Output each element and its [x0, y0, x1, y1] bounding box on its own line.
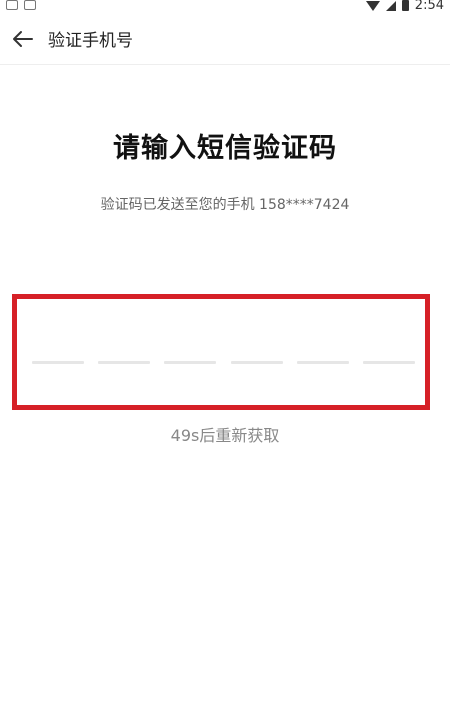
download-icon — [24, 0, 36, 10]
status-bar: 2:54 — [0, 0, 450, 14]
resend-countdown: 49s后重新获取 — [170, 426, 280, 445]
status-time: 2:54 — [414, 0, 444, 13]
header-title: 验证手机号 — [48, 31, 133, 51]
status-right: 2:54 — [365, 0, 444, 13]
battery-icon — [401, 0, 409, 11]
image-icon — [6, 0, 18, 10]
page-title: 请输入短信验证码 — [113, 133, 337, 164]
app-header: 验证手机号 — [0, 14, 450, 65]
code-slot-4[interactable] — [230, 361, 283, 364]
signal-icon — [385, 0, 396, 11]
code-slots — [32, 361, 415, 364]
code-slot-5[interactable] — [296, 361, 349, 364]
status-left — [6, 0, 36, 10]
code-slot-2[interactable] — [98, 361, 151, 364]
verification-code-input[interactable] — [12, 294, 430, 410]
code-slot-3[interactable] — [164, 361, 217, 364]
code-slot-6[interactable] — [362, 361, 415, 364]
code-slot-1[interactable] — [32, 361, 84, 364]
wifi-icon — [365, 0, 380, 11]
arrow-left-icon[interactable] — [10, 27, 36, 51]
sms-sent-notice: 验证码已发送至您的手机 158****7424 — [100, 197, 350, 213]
